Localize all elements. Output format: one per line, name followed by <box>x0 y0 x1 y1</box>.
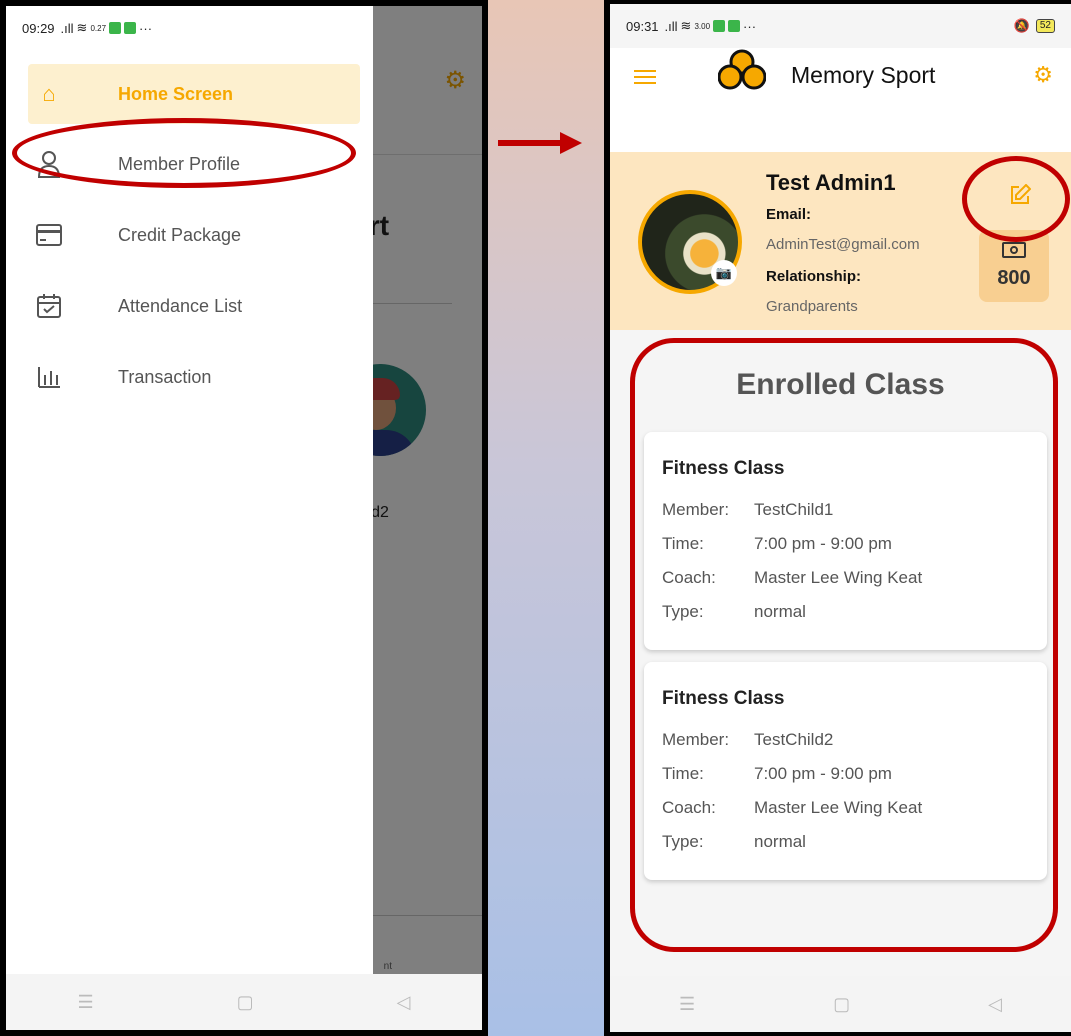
app-notification-icon <box>109 22 122 34</box>
credit-card-icon <box>34 224 64 246</box>
system-nav-bar: ☰ ▢ ◁ <box>6 974 482 1030</box>
back-button[interactable]: ◁ <box>397 992 411 1013</box>
status-time: 09:29 <box>22 20 55 36</box>
signal-icon: .ıll <box>60 20 74 36</box>
calendar-check-icon <box>34 294 64 318</box>
status-bar: 09:29 .ıll ≋ 0.27 ··· <box>6 6 373 50</box>
battery-indicator: 52 <box>1035 19 1055 33</box>
home-button[interactable]: ▢ <box>833 994 850 1015</box>
system-nav-bar: ☰ ▢ ◁ <box>610 976 1071 1032</box>
cash-icon <box>1002 242 1026 261</box>
highlight-enrolled-class <box>630 338 1058 952</box>
home-button[interactable]: ▢ <box>237 992 254 1013</box>
highlight-member-profile <box>12 118 356 188</box>
wifi-icon: ≋ <box>680 18 692 33</box>
shield-notification-icon <box>728 20 741 32</box>
signal-icon: .ıll <box>664 18 678 34</box>
settings-gear-icon[interactable]: ⚙ <box>1033 62 1053 88</box>
app-notification-icon <box>713 20 726 32</box>
more-notifications-icon: ··· <box>139 20 153 36</box>
camera-icon[interactable]: 📷 <box>711 260 737 286</box>
arrow-icon <box>498 132 582 154</box>
more-notifications-icon: ··· <box>743 18 757 34</box>
relationship-label: Relationship: <box>766 268 862 285</box>
relationship-value: Grandparents <box>766 298 858 315</box>
recent-apps-button[interactable]: ☰ <box>679 994 695 1015</box>
drawer-item-label: Home Screen <box>118 83 234 104</box>
mute-icon: 🔕 <box>1013 18 1030 33</box>
hamburger-menu-icon[interactable] <box>634 66 656 88</box>
back-button[interactable]: ◁ <box>988 994 1002 1015</box>
drawer-item-label: Attendance List <box>118 295 243 316</box>
drawer-item-label: Transaction <box>118 366 212 387</box>
app-logo <box>718 49 766 90</box>
drawer-item-transaction[interactable]: Transaction <box>28 347 360 407</box>
network-speed: 3.00 <box>694 21 711 31</box>
drawer-item-home-screen[interactable]: ⌂ Home Screen <box>28 64 360 124</box>
email-value: AdminTest@gmail.com <box>766 236 920 253</box>
highlight-edit-icon <box>962 156 1070 242</box>
credit-amount: 800 <box>997 267 1031 289</box>
drawer-item-label: Credit Package <box>118 224 242 245</box>
status-bar: 09:31 .ıll ≋ 3.00 ··· 🔕 52 <box>610 4 1071 48</box>
wifi-icon: ≋ <box>76 20 88 35</box>
recent-apps-button[interactable]: ☰ <box>78 992 94 1013</box>
email-label: Email: <box>766 206 812 223</box>
app-title: Memory Sport <box>791 62 936 88</box>
network-speed: 0.27 <box>90 23 107 33</box>
home-icon: ⌂ <box>42 81 56 106</box>
drawer-item-attendance-list[interactable]: Attendance List <box>28 276 360 336</box>
drawer-item-credit-package[interactable]: Credit Package <box>28 205 360 265</box>
shield-notification-icon <box>124 22 137 34</box>
status-time: 09:31 <box>626 18 659 34</box>
bar-chart-icon <box>34 365 64 389</box>
profile-name: Test Admin1 <box>766 170 896 195</box>
